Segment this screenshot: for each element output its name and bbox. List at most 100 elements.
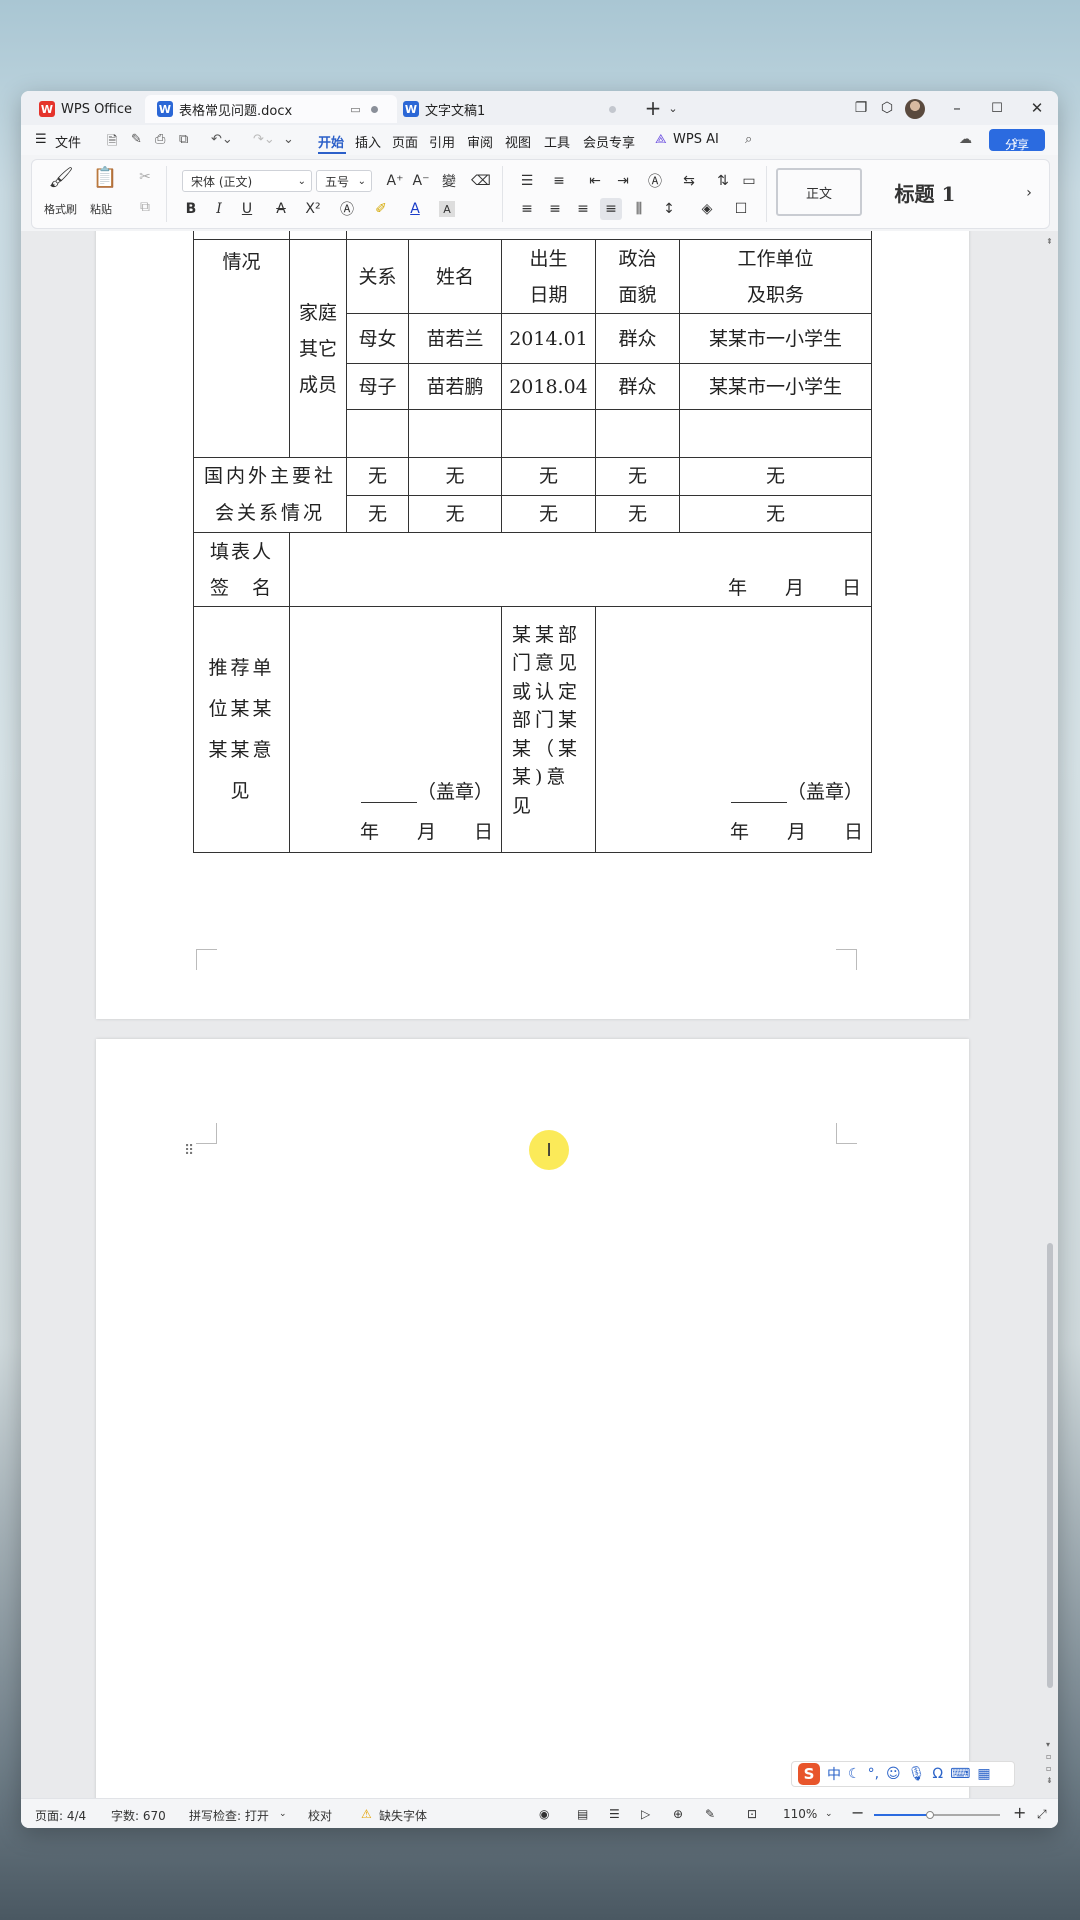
paste-label[interactable]: 粘贴 [90, 201, 112, 217]
phonetic-icon[interactable]: 變 [438, 170, 460, 192]
pen-icon[interactable]: ✎ [705, 1807, 715, 1821]
clear-format-icon[interactable]: ⌫ [470, 170, 492, 192]
table-cell[interactable]: 无 [501, 457, 596, 496]
text-direction-icon[interactable]: ⇆ [678, 170, 700, 192]
menu-review[interactable]: 审阅 [467, 132, 493, 151]
distributed-icon[interactable]: ⫼ [628, 198, 650, 220]
cell-name[interactable]: 苗若鹏 [408, 363, 502, 410]
header-name[interactable]: 姓名 [408, 239, 502, 314]
spell-check-toggle[interactable]: 拼写检查: 打开 [189, 1807, 269, 1824]
scrollbar-thumb[interactable] [1047, 1243, 1053, 1688]
play-icon[interactable]: ▷ [641, 1807, 650, 1821]
cell-birthdate[interactable]: 2014.01 [501, 313, 596, 364]
share-button[interactable]: ⇪ 分享 [989, 129, 1045, 152]
menu-member[interactable]: 会员专享 [583, 132, 635, 151]
department-opinion-cell[interactable]: （盖章） 年 月 日 [594, 606, 873, 853]
omega-icon[interactable]: Ω [932, 1766, 943, 1782]
tab-document-2[interactable]: W 文字文稿1 [391, 95, 653, 123]
department-opinion-label[interactable]: 某某部门意见或认定部门某某（某某)意见 [501, 606, 596, 853]
social-relations-label[interactable]: 国内外主要社会关系情况 [193, 457, 347, 533]
table-cell[interactable]: 无 [678, 457, 873, 496]
print-preview-icon[interactable]: ⧉ [179, 132, 188, 147]
style-normal-button[interactable]: 正文 [776, 168, 862, 216]
quick-access-chevron-icon[interactable]: ⌄ [283, 132, 294, 147]
align-center-icon[interactable]: ≡ [544, 198, 566, 220]
format-painter-label[interactable]: 格式刷 [44, 201, 77, 217]
page-view-icon[interactable]: ▤ [577, 1807, 588, 1821]
menu-references[interactable]: 引用 [429, 132, 455, 151]
increase-indent-icon[interactable]: ⇥ [612, 170, 634, 192]
filler-signature-label[interactable]: 填表人签 名 [193, 532, 290, 607]
hamburger-icon[interactable]: ☰ [35, 132, 47, 147]
keyboard-icon[interactable]: ⌨ [950, 1766, 970, 1782]
cell-relation[interactable]: 母女 [346, 313, 409, 364]
header-relation[interactable]: 关系 [346, 239, 409, 314]
style-heading1-button[interactable]: 标题 1 [870, 168, 980, 216]
table-cell[interactable]: 无 [346, 494, 409, 533]
table-cell[interactable] [678, 409, 873, 458]
strikethrough-icon[interactable]: A [270, 198, 292, 220]
font-name-select[interactable]: 宋体 (正文) ⌄ [182, 170, 312, 192]
table-cell[interactable] [346, 409, 409, 458]
menu-wps-ai[interactable]: WPS AI [673, 132, 719, 147]
highlight-icon[interactable]: ✐ [370, 198, 392, 220]
shading-icon[interactable]: ◈ [696, 198, 718, 220]
increase-font-icon[interactable]: A⁺ [384, 170, 406, 192]
moon-icon[interactable]: ☾ [848, 1766, 861, 1782]
header-employer-position[interactable]: 工作单位及职务 [678, 239, 873, 314]
table-cell[interactable]: 无 [595, 494, 680, 533]
decrease-font-icon[interactable]: A⁻ [410, 170, 432, 192]
scroll-down-icon[interactable]: ▾ ▫ ▫ ⇟ [1046, 1739, 1053, 1787]
menu-file[interactable]: 文件 [55, 132, 81, 151]
fullscreen-icon[interactable]: ⤢ [1037, 1807, 1047, 1822]
cloud-upload-icon[interactable]: ☁ [959, 132, 972, 147]
format-painter-icon[interactable]: 🖌 [48, 165, 73, 189]
zoom-out-icon[interactable]: − [851, 1803, 864, 1822]
scroll-up-icon[interactable]: ⇞ [1046, 237, 1053, 246]
edit-icon[interactable]: ✎ [131, 132, 142, 147]
page-indicator[interactable]: 页面: 4/4 [35, 1807, 86, 1824]
vertical-scrollbar[interactable]: ⇞ ▾ ▫ ▫ ⇟ [1044, 231, 1056, 1798]
cell-political-status[interactable]: 群众 [595, 313, 680, 364]
cell-political-status[interactable]: 群众 [595, 363, 680, 410]
line-spacing-icon[interactable]: ↕ [658, 198, 680, 220]
cell-employer[interactable]: 某某市一小学生 [678, 313, 873, 364]
microphone-icon[interactable]: 🎙 [908, 1766, 926, 1782]
table-cell[interactable]: 无 [346, 457, 409, 496]
table-cell[interactable] [501, 409, 596, 458]
table-cell[interactable] [289, 231, 347, 240]
align-right-icon[interactable]: ≡ [572, 198, 594, 220]
italic-icon[interactable]: I [208, 198, 230, 220]
char-shading-icon[interactable]: A [439, 201, 455, 217]
cell-birthdate[interactable]: 2018.04 [501, 363, 596, 410]
menu-view[interactable]: 视图 [505, 132, 531, 151]
fit-page-icon[interactable]: ⊡ [747, 1807, 757, 1821]
cube-icon[interactable]: ⬡ [875, 97, 899, 119]
zoom-slider-handle[interactable] [926, 1811, 934, 1819]
zoom-slider[interactable] [874, 1811, 1000, 1819]
grid-icon[interactable]: ▦ [977, 1766, 990, 1782]
border-icon[interactable]: ☐ [730, 198, 752, 220]
recommend-unit-label[interactable]: 推荐单位某某某某意见 [193, 606, 290, 853]
maximize-icon[interactable]: ☐ [985, 97, 1009, 119]
table-cell[interactable]: 无 [501, 494, 596, 533]
tab-wps-office[interactable]: W WPS Office [31, 95, 159, 123]
bold-icon[interactable]: B [180, 198, 202, 220]
print-icon[interactable]: ⎙ [155, 132, 165, 147]
cell-relation[interactable]: 母子 [346, 363, 409, 410]
ime-toolbar[interactable]: S 中 ☾ °, ☺ 🎙 Ω ⌨ ▦ [791, 1761, 1015, 1787]
emoji-icon[interactable]: ☺ [886, 1766, 901, 1782]
tab-document-active[interactable]: W 表格常见问题.docx ▭ [145, 95, 397, 123]
redo-icon[interactable]: ↷⌄ [253, 132, 275, 147]
font-color-icon[interactable]: A [404, 198, 426, 220]
close-icon[interactable]: ✕ [1025, 97, 1049, 119]
undo-icon[interactable]: ↶⌄ [211, 132, 233, 147]
missing-font-button[interactable]: 缺失字体 [379, 1807, 427, 1824]
window-restore-icon[interactable]: ❐ [849, 97, 873, 119]
decrease-indent-icon[interactable]: ⇤ [584, 170, 606, 192]
search-icon[interactable]: ⌕ [745, 132, 752, 147]
cell-employer[interactable]: 某某市一小学生 [678, 363, 873, 410]
table-cell[interactable] [595, 409, 680, 458]
filler-signature-cell[interactable]: 年 月 日 [288, 532, 873, 607]
menu-tools[interactable]: 工具 [544, 132, 570, 151]
